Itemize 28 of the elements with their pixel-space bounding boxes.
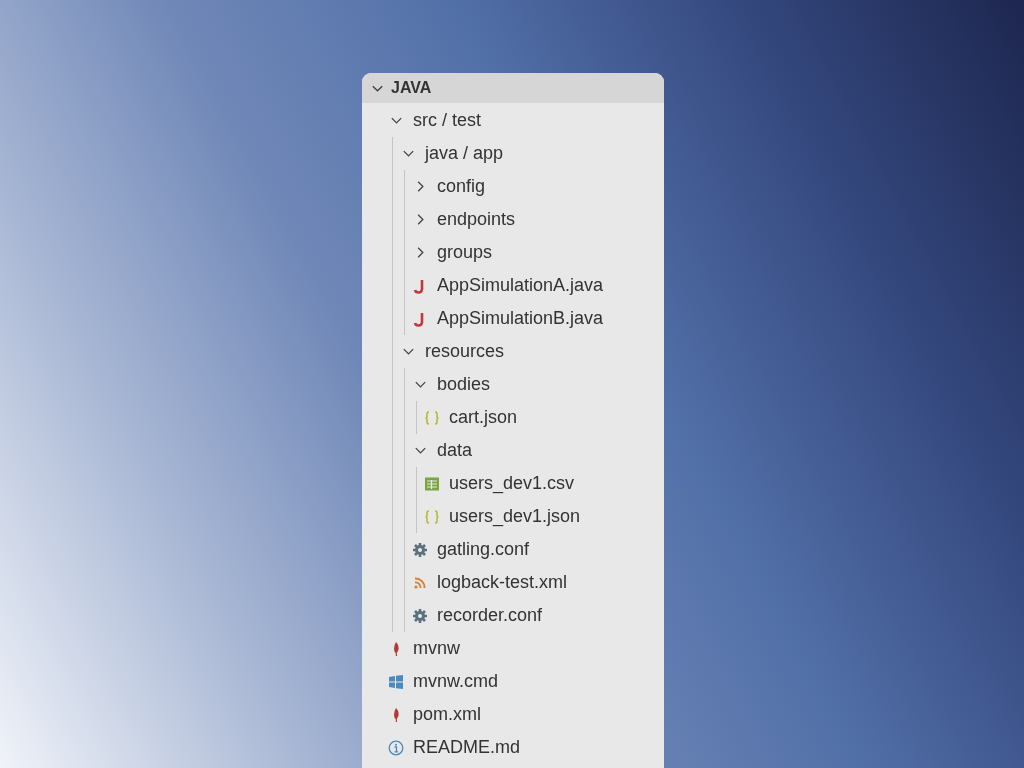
tree-item[interactable]: users_dev1.json [362, 500, 664, 533]
tree-item[interactable]: groups [362, 236, 664, 269]
tree-item[interactable]: mvnw [362, 632, 664, 665]
info-icon [388, 739, 404, 756]
tree-item[interactable]: gatling.conf [362, 533, 664, 566]
spreadsheet-icon [424, 475, 440, 492]
section-header[interactable]: JAVA [362, 73, 664, 103]
tree-item[interactable]: users_dev1.csv [362, 467, 664, 500]
tree-item[interactable]: README.md [362, 731, 664, 764]
tree-item[interactable]: endpoints [362, 203, 664, 236]
windows-icon [388, 673, 404, 690]
tree-item[interactable]: bodies [362, 368, 664, 401]
tree-item[interactable]: AppSimulationA.java [362, 269, 664, 302]
tree-item[interactable]: mvnw.cmd [362, 665, 664, 698]
gear-icon [412, 541, 428, 558]
tree-item[interactable]: src / test [362, 104, 664, 137]
braces-icon [424, 508, 440, 525]
tree-item[interactable]: recorder.conf [362, 599, 664, 632]
gear-icon [412, 607, 428, 624]
tree-item[interactable]: AppSimulationB.java [362, 302, 664, 335]
braces-icon [424, 409, 440, 426]
tree-item[interactable]: logback-test.xml [362, 566, 664, 599]
tree-item[interactable]: java / app [362, 137, 664, 170]
tree-item[interactable]: pom.xml [362, 698, 664, 731]
tree-item[interactable]: cart.json [362, 401, 664, 434]
tree-item[interactable]: data [362, 434, 664, 467]
tree-item[interactable]: config [362, 170, 664, 203]
tree-item[interactable]: resources [362, 335, 664, 368]
